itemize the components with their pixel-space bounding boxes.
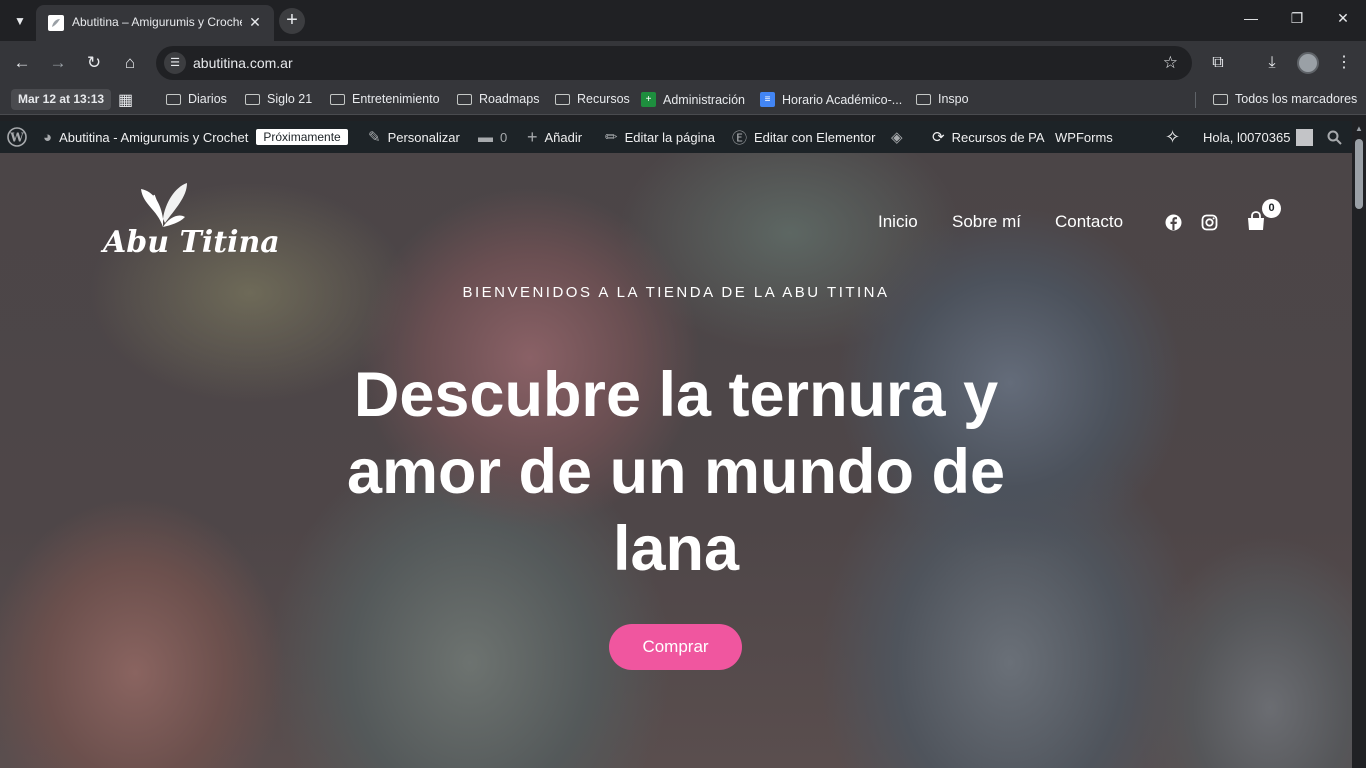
wordpress-logo-icon[interactable]: W (7, 121, 27, 153)
hero-headline: Descubre la ternura y amor de un mundo d… (326, 357, 1026, 588)
bookmark-recursos[interactable]: Recursos (555, 92, 630, 106)
hero-headline-line-2: amor de un mundo de (346, 437, 1006, 507)
facebook-icon[interactable] (1165, 214, 1182, 231)
bookmark-diarios[interactable]: Diarios (166, 92, 227, 106)
bookmark-inspo[interactable]: Inspo (916, 92, 969, 106)
nav-contacto[interactable]: Contacto (1055, 212, 1123, 232)
admin-customize[interactable]: ✎ Personalizar (368, 121, 460, 153)
url-text[interactable]: abutitina.com.ar (193, 55, 293, 71)
restore-icon[interactable]: ❐ (1282, 10, 1312, 27)
scroll-thumb[interactable] (1355, 139, 1363, 209)
tab-close-icon[interactable]: ✕ (246, 13, 264, 31)
nav-sobre-mi[interactable]: Sobre mí (952, 212, 1021, 232)
bookmarks-divider (1195, 92, 1196, 108)
docs-icon: ≡ (760, 92, 775, 107)
date-chip[interactable]: Mar 12 at 13:13 (11, 89, 112, 110)
forward-icon[interactable]: → (46, 51, 70, 75)
svg-text:W: W (9, 131, 24, 145)
folder-icon (245, 93, 260, 105)
bookmark-all[interactable]: Todos los marcadores (1213, 92, 1357, 106)
nav-inicio[interactable]: Inicio (878, 212, 918, 232)
elementor-icon: Ⓔ (732, 129, 748, 147)
download-icon[interactable]: ⤓ (1260, 51, 1284, 75)
bookmark-roadmaps[interactable]: Roadmaps (457, 92, 539, 106)
folder-icon (916, 93, 931, 105)
dashboard-icon: ◕ (43, 128, 53, 146)
butterfly-icon (141, 183, 187, 227)
back-icon[interactable]: ← (10, 51, 34, 75)
admin-edit-page[interactable]: ✏ Editar la página (605, 121, 715, 153)
folder-icon (457, 93, 472, 105)
tab-search-chevron-icon[interactable]: ▼ (8, 10, 32, 32)
bookmark-star-icon[interactable]: ☆ (1163, 53, 1178, 73)
bookmark-siglo21[interactable]: Siglo 21 (245, 92, 312, 106)
hero-kicker: BIENVENIDOS A LA TIENDA DE LA ABU TITINA (462, 284, 890, 301)
extensions-icon[interactable]: ⧉ (1206, 51, 1230, 75)
user-avatar-icon (1296, 128, 1314, 146)
tab-title: Abutitina – Amigurumis y Crochet (72, 15, 242, 29)
coming-soon-badge: Próximamente (256, 129, 348, 145)
folder-icon (330, 93, 345, 105)
admin-edit-elementor[interactable]: Ⓔ Editar con Elementor (732, 121, 875, 153)
cart-count-badge: 0 (1262, 199, 1281, 218)
instagram-icon[interactable] (1201, 214, 1218, 231)
logo-text: Abu Titina (103, 225, 280, 260)
page-scrollbar[interactable]: ▲ (1352, 121, 1366, 768)
hero-headline-line-3: lana (612, 514, 740, 584)
comprar-button[interactable]: Comprar (609, 624, 742, 670)
bookmark-administracion[interactable]: + Administración (641, 92, 745, 107)
tab-strip: ▼ Abutitina – Amigurumis y Crochet ✕ + —… (0, 0, 1366, 41)
admin-account[interactable]: Hola, l0070365 (1203, 121, 1314, 153)
new-tab-button[interactable]: + (279, 8, 305, 34)
admin-comments[interactable]: ▬ 0 (478, 121, 507, 153)
scroll-up-icon[interactable]: ▲ (1355, 124, 1363, 133)
sparkle-icon[interactable]: ✧ (1165, 121, 1180, 153)
bookmark-horario[interactable]: ≡ Horario Académico-... (760, 92, 902, 107)
bookmarks-bar: Mar 12 at 13:13 ▦ Diarios Siglo 21 Entre… (0, 85, 1366, 115)
browser-toolbar: ← → ↻ ⌂ ☰ abutitina.com.ar ☆ ⧉ ⤓ ⋮ (0, 41, 1366, 85)
folder-icon (166, 93, 181, 105)
wp-admin-bar: W ◕ Abutitina - Amigurumis y Crochet Pró… (0, 121, 1366, 153)
site-favicon-icon (48, 15, 64, 31)
close-window-icon[interactable]: ✕ (1328, 10, 1358, 27)
address-bar[interactable]: ☰ abutitina.com.ar ☆ (156, 46, 1192, 80)
profile-avatar[interactable] (1297, 52, 1319, 74)
folder-icon (1213, 93, 1228, 105)
brush-icon: ✎ (368, 129, 381, 146)
tab-active[interactable]: Abutitina – Amigurumis y Crochet ✕ (36, 5, 274, 41)
diamond-icon[interactable]: ◈ (891, 121, 910, 153)
sheets-icon: + (641, 92, 656, 107)
sync-icon: ⟳ (932, 129, 945, 146)
comment-icon: ▬ (478, 128, 493, 146)
apps-grid-icon[interactable]: ▦ (118, 90, 133, 110)
admin-add-new[interactable]: + Añadir (527, 121, 582, 153)
plus-icon: + (527, 126, 538, 147)
folder-icon (555, 93, 570, 105)
admin-search-icon[interactable] (1327, 121, 1342, 153)
pencil-icon: ✏ (605, 129, 618, 146)
admin-site-name[interactable]: ◕ Abutitina - Amigurumis y Crochet Próxi… (43, 121, 348, 153)
bookmark-entretenimiento[interactable]: Entretenimiento (330, 92, 440, 106)
admin-wpforms[interactable]: WPForms (1055, 121, 1113, 153)
menu-kebab-icon[interactable]: ⋮ (1332, 51, 1356, 75)
home-icon[interactable]: ⌂ (118, 51, 142, 75)
reload-icon[interactable]: ↻ (82, 51, 106, 75)
admin-resources[interactable]: ⟳ Recursos de PA (932, 121, 1045, 153)
hero-headline-line-1: Descubre la ternura y (353, 360, 999, 430)
site-info-icon[interactable]: ☰ (164, 52, 186, 74)
minimize-icon[interactable]: — (1236, 10, 1266, 26)
hero-section: Abu Titina Inicio Sobre mí Contacto 0 BI… (0, 153, 1352, 768)
site-logo[interactable]: Abu Titina (103, 177, 280, 263)
